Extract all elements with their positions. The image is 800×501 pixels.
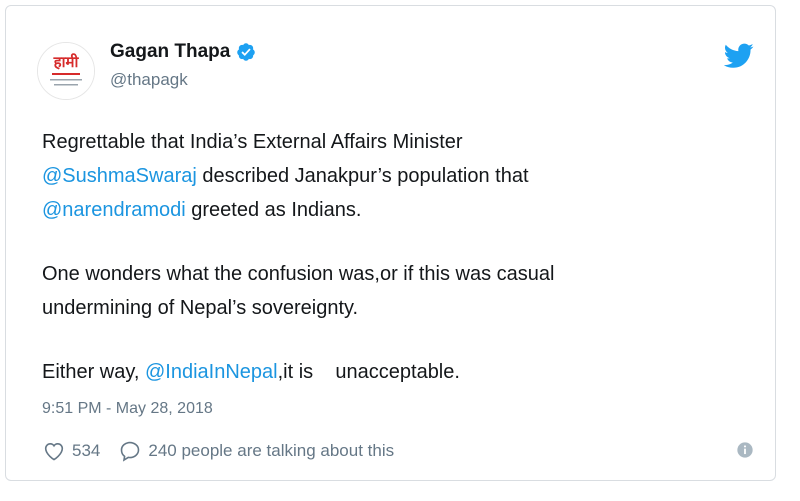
author-handle[interactable]: @thapagk bbox=[110, 70, 188, 90]
author-avatar[interactable]: हामी bbox=[37, 42, 95, 100]
tweet-paragraph: One wonders what the confusion was,or if… bbox=[42, 257, 742, 325]
verified-badge-icon bbox=[237, 43, 256, 61]
speech-bubble-icon[interactable] bbox=[118, 439, 142, 463]
mention-link[interactable]: @narendramodi bbox=[42, 199, 186, 221]
conversation-text[interactable]: 240 people are talking about this bbox=[148, 441, 394, 461]
info-icon[interactable] bbox=[736, 441, 754, 459]
author-name[interactable]: Gagan Thapa bbox=[110, 41, 230, 63]
heart-icon[interactable] bbox=[42, 439, 66, 463]
tweet-text-segment: described Janakpur’s population that bbox=[196, 165, 529, 187]
author-name-row[interactable]: Gagan Thapa bbox=[110, 41, 256, 63]
tweet-timestamp[interactable]: 9:51 PM - May 28, 2018 bbox=[42, 400, 213, 418]
tweet-text-segment: Either way, bbox=[42, 361, 145, 383]
like-action[interactable]: 534 bbox=[42, 439, 100, 463]
tweet-paragraph: Regrettable that India’s External Affair… bbox=[42, 125, 742, 227]
tweet-text-segment: ,it is unacceptable. bbox=[277, 361, 460, 383]
twitter-bird-icon[interactable] bbox=[724, 43, 754, 69]
like-count[interactable]: 534 bbox=[72, 441, 100, 461]
tweet-text-segment: undermining of Nepal’s sovereignty. bbox=[42, 297, 359, 319]
tweet-text: Regrettable that India’s External Affair… bbox=[42, 125, 742, 389]
mention-link[interactable]: @SushmaSwaraj bbox=[42, 165, 197, 187]
tweet-text-segment: One wonders what the confusion was,or if… bbox=[42, 263, 555, 285]
conversation-action[interactable]: 240 people are talking about this bbox=[118, 439, 394, 463]
avatar-image: हामी bbox=[38, 43, 94, 99]
tweet-text-segment: Regrettable that India’s External Affair… bbox=[42, 131, 463, 153]
tweet-card[interactable]: हामी Gagan Thapa @thapagk Regrettable th… bbox=[5, 5, 776, 481]
mention-link[interactable]: @IndiaInNepal bbox=[145, 361, 278, 383]
tweet-text-segment: greeted as Indians. bbox=[185, 199, 362, 221]
tweet-paragraph: Either way, @IndiaInNepal,it is unaccept… bbox=[42, 355, 742, 389]
avatar-logo-text: हामी bbox=[53, 53, 80, 71]
tweet-actions: 534 240 people are talking about this bbox=[42, 438, 754, 464]
